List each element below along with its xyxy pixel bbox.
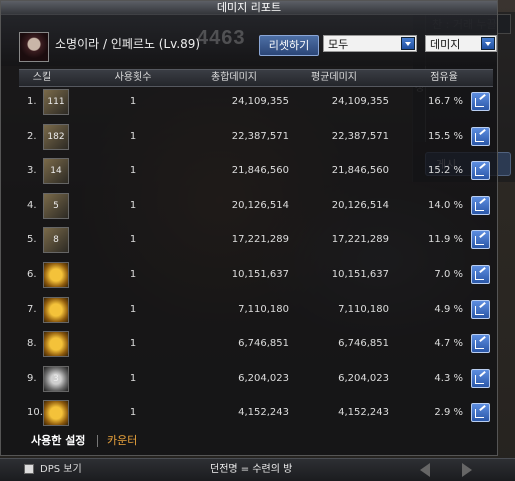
row-avg-damage: 7,110,180 (338, 303, 389, 315)
avatar (19, 32, 49, 62)
share-icon[interactable] (471, 403, 490, 423)
row-uses: 1 (129, 96, 137, 107)
share-icon[interactable] (471, 334, 490, 354)
row-avg-damage: 4,152,243 (338, 407, 389, 419)
row-total-damage: 6,204,023 (238, 372, 289, 384)
damage-report-window: 데미지 리포트 소명이라 / 인페르노 (Lv.89) 4463 리셋하기 모두… (0, 0, 498, 456)
share-icon[interactable] (471, 195, 490, 215)
table-row: 1. 111 1 24,109,355 24,109,355 16.7 % (19, 85, 493, 121)
tab-counter[interactable]: 카운터 (107, 431, 137, 451)
skill-icon (43, 262, 69, 288)
row-avg-damage: 10,151,637 (331, 269, 389, 280)
row-share-percent: 4.3 % (434, 372, 463, 384)
row-uses: 1 (129, 372, 137, 384)
arrow-left-icon (420, 463, 434, 477)
table-row: 9. 3 1 6,204,023 6,204,023 4.3 % (19, 362, 493, 398)
table-row: 4. 5 1 20,126,514 20,126,514 14.0 % (19, 189, 493, 225)
row-share-percent: 15.2 % (428, 165, 463, 177)
row-avg-damage: 21,846,560 (331, 165, 389, 177)
share-icon[interactable] (471, 92, 490, 111)
row-share-percent: 11.9 % (428, 234, 463, 246)
column-skill: 스킬 (32, 72, 52, 83)
row-uses: 1 (129, 303, 137, 315)
row-total-damage: 6,746,851 (238, 338, 289, 350)
row-uses: 1 (129, 130, 137, 142)
arrow-right-icon (462, 463, 476, 477)
row-avg-damage: 22,387,571 (331, 130, 389, 142)
chevron-down-icon[interactable] (401, 37, 415, 50)
row-share-percent: 16.7 % (428, 96, 463, 107)
row-avg-damage: 6,746,851 (338, 338, 389, 350)
column-avg: 평균데미지 (311, 72, 357, 83)
skill-icon (43, 296, 69, 323)
column-share: 점유율 (430, 72, 458, 83)
row-total-damage: 10,151,637 (231, 269, 289, 280)
share-icon[interactable] (471, 299, 490, 319)
row-avg-damage: 17,221,289 (331, 234, 389, 246)
row-uses: 1 (129, 165, 137, 177)
bottom-tabs: 사용한 설정 카운터 (19, 431, 493, 451)
row-avg-damage: 6,204,023 (338, 372, 389, 384)
skill-icon: 3 (43, 365, 69, 392)
row-uses: 1 (129, 407, 137, 419)
mode-select-value: 모두 (328, 38, 349, 51)
chevron-down-icon[interactable] (481, 37, 495, 50)
row-uses: 1 (129, 338, 137, 350)
table-row: 8. 1 6,746,851 6,746,851 4.7 % (19, 327, 493, 363)
skill-icon: 8 (43, 227, 69, 254)
skill-icon: 182 (43, 123, 69, 150)
share-icon[interactable] (471, 126, 490, 146)
row-share-percent: 14.0 % (428, 199, 463, 211)
table-row: 2. 182 1 22,387,571 22,387,571 15.5 % (19, 120, 493, 156)
report-header: 소명이라 / 인페르노 (Lv.89) 4463 리셋하기 모두 데미지 (1, 14, 497, 66)
background-damage-number: 4463 (197, 27, 246, 49)
row-share-percent: 15.5 % (428, 130, 463, 142)
share-icon[interactable] (471, 161, 490, 181)
share-icon[interactable] (471, 368, 490, 388)
row-total-damage: 24,109,355 (231, 96, 289, 107)
table-row: 7. 1 7,110,180 7,110,180 4.9 % (19, 293, 493, 329)
row-total-damage: 21,846,560 (231, 165, 289, 177)
skill-icon: 5 (43, 192, 69, 219)
mode-select[interactable]: 모두 (323, 35, 417, 52)
character-name: 소명이라 / 인페르노 (Lv.89) (55, 37, 201, 51)
table-row: 3. 14 1 21,846,560 21,846,560 15.2 % (19, 154, 493, 190)
row-total-damage: 20,126,514 (231, 199, 289, 211)
table-row: 6. 1 10,151,637 10,151,637 7.0 % (19, 258, 493, 294)
dps-checkbox[interactable] (24, 464, 34, 474)
row-share-percent: 4.7 % (434, 338, 463, 350)
row-uses: 1 (129, 199, 137, 211)
share-icon[interactable] (471, 265, 490, 284)
row-avg-damage: 24,109,355 (331, 96, 389, 107)
dps-label: DPS 보기 (40, 464, 82, 475)
row-share-percent: 4.9 % (434, 303, 463, 315)
table-row: 5. 8 1 17,221,289 17,221,289 11.9 % (19, 223, 493, 259)
row-total-damage: 7,110,180 (238, 303, 289, 315)
type-select[interactable]: 데미지 (425, 35, 497, 52)
row-uses: 1 (129, 234, 137, 246)
skill-icon: 111 (43, 89, 69, 115)
status-bar: DPS 보기 던전명 = 수련의 방 (0, 458, 515, 481)
skill-icon (43, 331, 69, 358)
type-select-value: 데미지 (430, 38, 461, 51)
row-avg-damage: 20,126,514 (331, 199, 389, 211)
reset-button[interactable]: 리셋하기 (259, 35, 319, 56)
row-share-percent: 7.0 % (434, 269, 463, 280)
window-title[interactable]: 데미지 리포트 (1, 1, 497, 15)
row-total-damage: 4,152,243 (238, 407, 289, 419)
row-share-percent: 2.9 % (434, 407, 463, 419)
tab-divider (97, 435, 98, 447)
dungeon-name: 던전명 = 수련의 방 (210, 464, 293, 475)
share-icon[interactable] (471, 230, 490, 250)
table-row: 10. 1 4,152,243 4,152,243 2.9 % (19, 396, 493, 432)
column-uses: 사용횟수 (114, 72, 152, 83)
row-uses: 1 (129, 269, 137, 280)
row-total-damage: 22,387,571 (231, 130, 289, 142)
column-total: 총합데미지 (211, 72, 257, 83)
tab-used-settings[interactable]: 사용한 설정 (31, 431, 85, 451)
row-total-damage: 17,221,289 (231, 234, 289, 246)
skill-icon (43, 400, 69, 427)
skill-icon: 14 (43, 158, 69, 185)
